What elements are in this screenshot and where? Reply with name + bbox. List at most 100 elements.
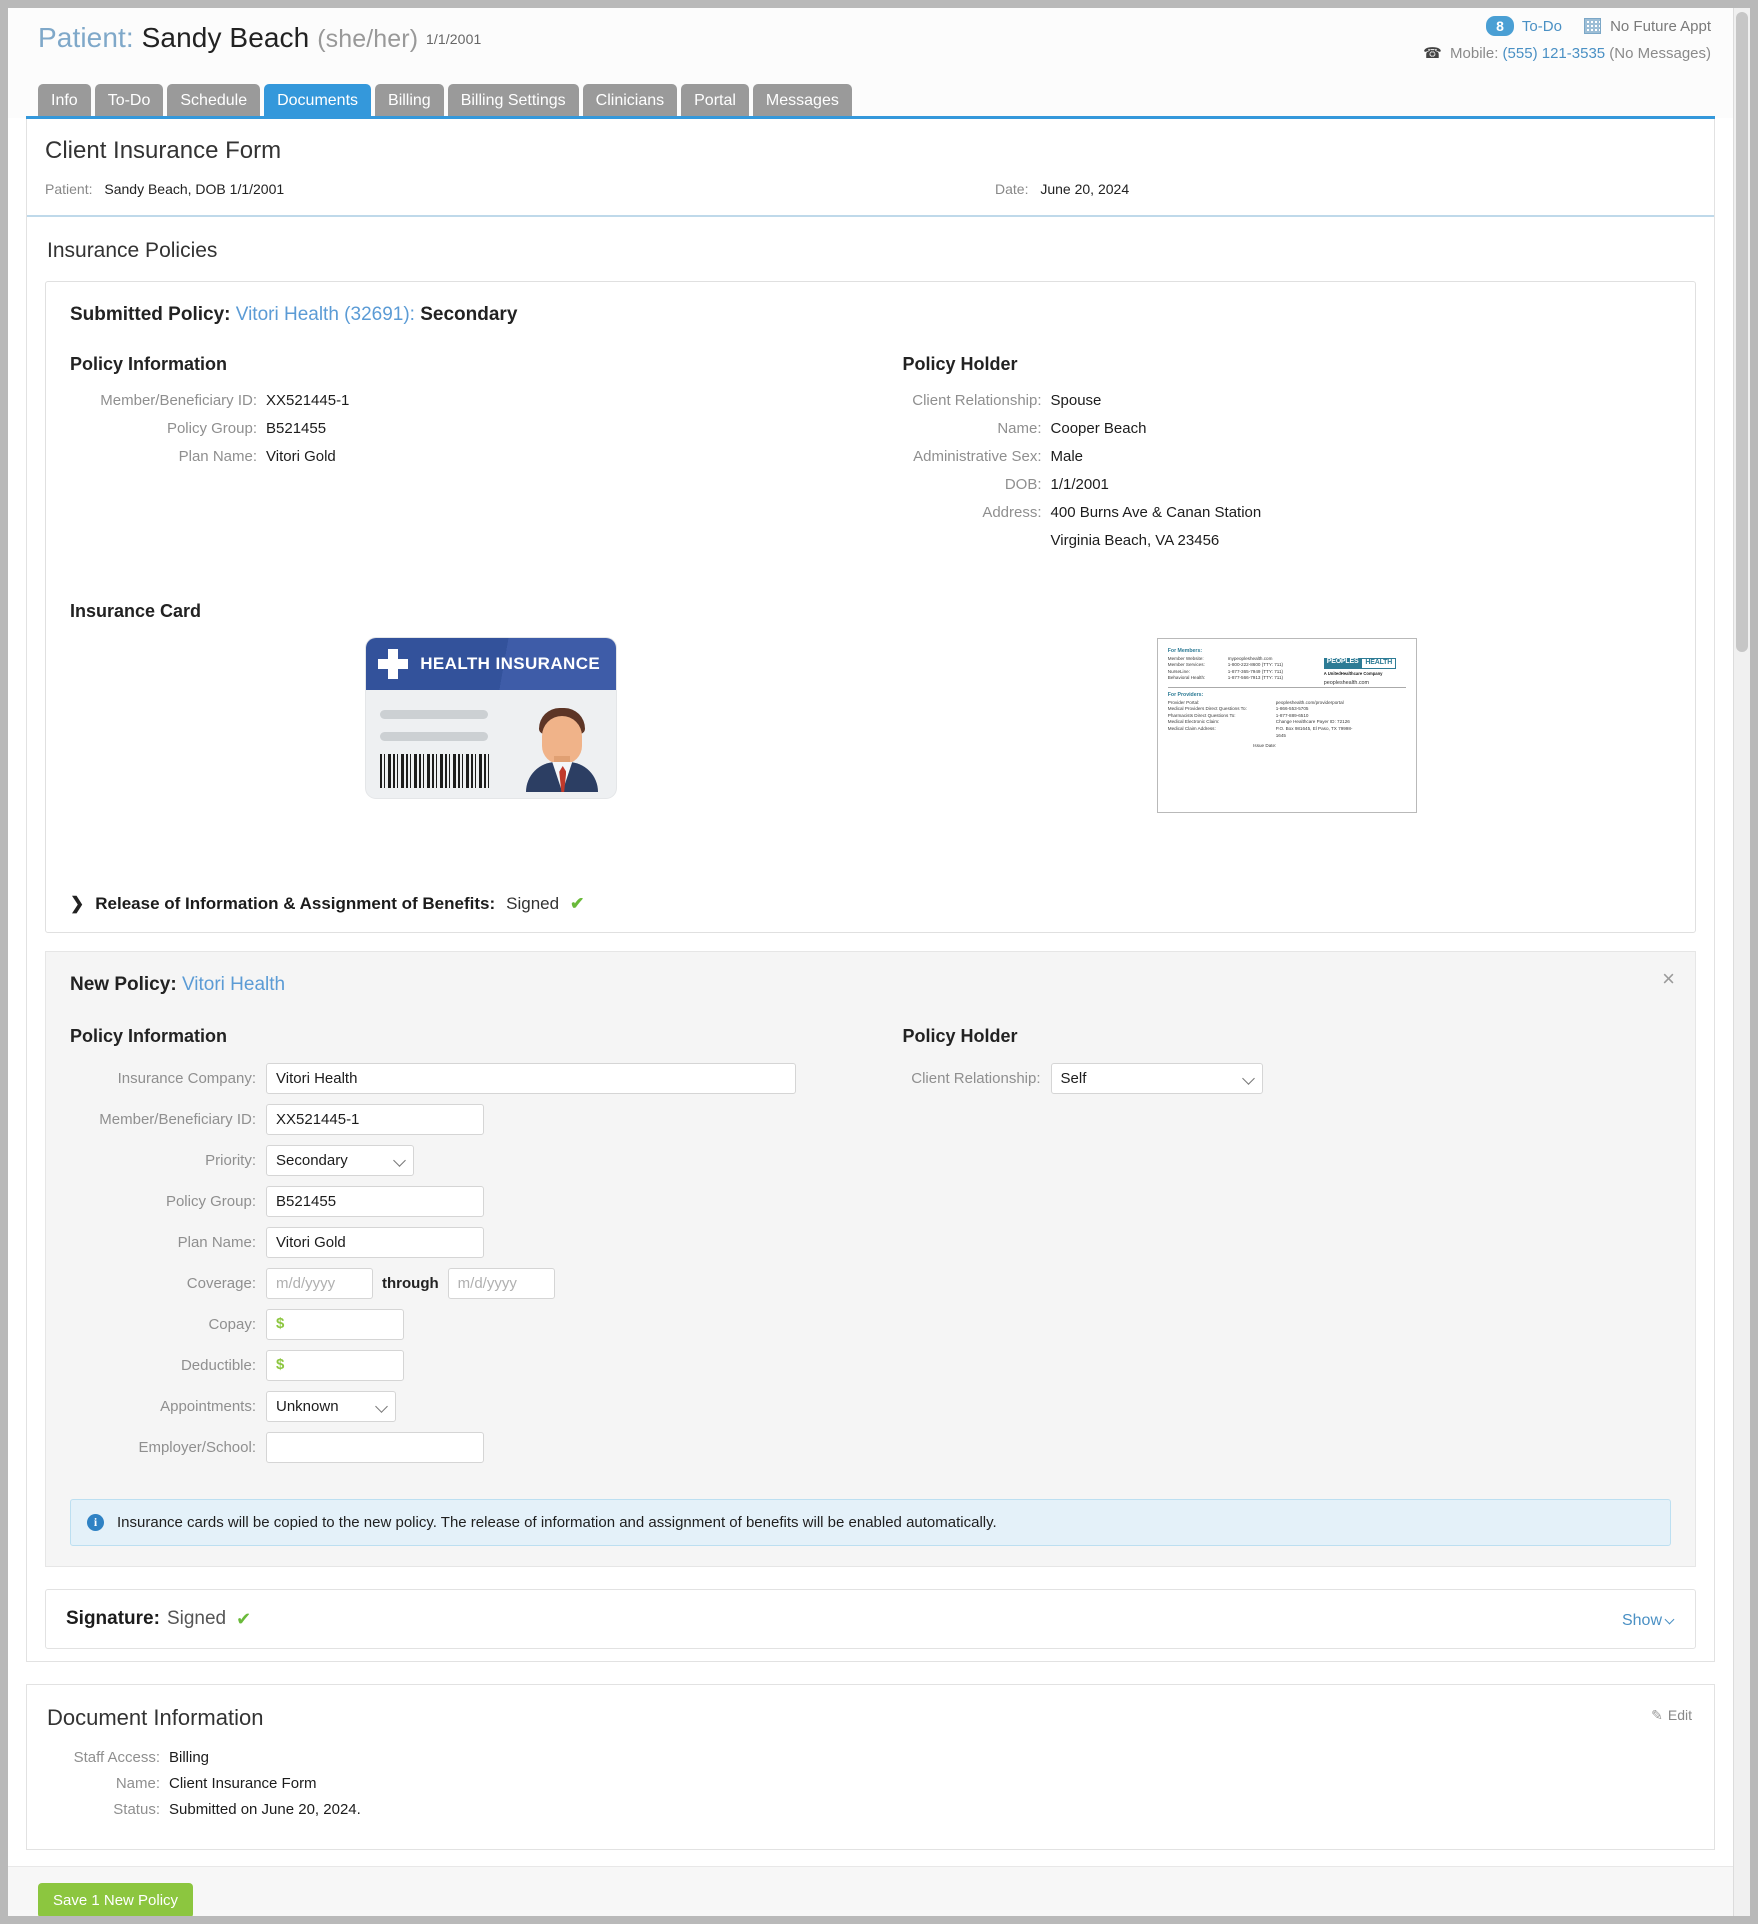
tab-documents[interactable]: Documents [264, 84, 371, 118]
priority-select[interactable]: Secondary [266, 1145, 414, 1176]
row-employer-school: Employer/School: [70, 1432, 903, 1463]
form-date-label: Date: [995, 181, 1028, 197]
footer-bar: Save 1 New Policy [8, 1866, 1733, 1916]
release-of-information-row[interactable]: ❯ Release of Information & Assignment of… [70, 894, 1671, 914]
policy-holder-title: Policy Holder [903, 354, 1671, 375]
signature-box: Signature: Signed ✔ Show [45, 1589, 1696, 1649]
edit-button[interactable]: ✎Edit [1651, 1707, 1692, 1724]
submitted-policy-card: Submitted Policy: Vitori Health (32691):… [45, 281, 1696, 933]
field-client-relationship: Client Relationship: Spouse [903, 391, 1671, 410]
new-policy-company-link[interactable]: Vitori Health [182, 974, 285, 995]
policy-group-label: Policy Group: [70, 1193, 266, 1210]
check-icon: ✔ [570, 894, 584, 914]
form-patient-value: Sandy Beach, DOB 1/1/2001 [104, 181, 284, 197]
coverage-start-input[interactable] [266, 1268, 373, 1299]
form-title: Client Insurance Form [45, 137, 1696, 165]
insurance-card-front-image[interactable]: HEALTH INSURANCE [366, 638, 616, 798]
tab-clinicians[interactable]: Clinicians [583, 84, 677, 118]
page-scrollbar[interactable] [1733, 8, 1750, 1916]
card-back-value: mypeopleshealth.com [1228, 656, 1306, 663]
doc-name-value: Client Insurance Form [169, 1775, 317, 1792]
insurance-card-back-image[interactable]: For Members: Member Website: mypeopleshe… [1157, 638, 1417, 813]
field-plan-name-value: Vitori Gold [266, 447, 336, 466]
member-id-label: Member/Beneficiary ID: [70, 1111, 266, 1128]
currency-icon: $ [276, 1315, 284, 1332]
employer-school-label: Employer/School: [70, 1439, 266, 1456]
field-holder-name-label: Name: [903, 419, 1051, 438]
logo-part-1: PEOPLES [1324, 658, 1362, 669]
chevron-right-icon[interactable]: ❯ [70, 894, 84, 914]
copay-input[interactable] [266, 1309, 404, 1340]
new-policy-information: Policy Information Insurance Company: Me… [70, 1026, 903, 1473]
client-relationship-select-wrap: Self [1051, 1063, 1263, 1094]
submitted-policy-columns: Policy Information Member/Beneficiary ID… [70, 354, 1671, 559]
signature-show-label: Show [1622, 1612, 1662, 1629]
todo-link[interactable]: To-Do [1522, 18, 1562, 35]
tab-portal[interactable]: Portal [681, 84, 749, 118]
field-holder-address-line2: Virginia Beach, VA 23456 [1051, 531, 1220, 550]
appointments-select[interactable]: Unknown [266, 1391, 396, 1422]
field-member-id-label: Member/Beneficiary ID: [70, 391, 266, 410]
tab-billing[interactable]: Billing [375, 84, 444, 118]
form-date-value: June 20, 2024 [1040, 181, 1129, 197]
save-new-policy-button[interactable]: Save 1 New Policy [38, 1883, 193, 1916]
new-policy-holder-title: Policy Holder [903, 1026, 1671, 1047]
todo-count-badge[interactable]: 8 [1486, 16, 1514, 36]
insurance-company-input[interactable] [266, 1063, 796, 1094]
check-icon: ✔ [236, 1609, 251, 1630]
card-back-providers-heading: For Providers: [1168, 692, 1406, 699]
deductible-wrap: $ [266, 1350, 404, 1381]
phone-icon: ☎ [1423, 45, 1442, 62]
plan-name-label: Plan Name: [70, 1234, 266, 1251]
patient-tabs: Info To-Do Schedule Documents Billing Bi… [38, 84, 852, 118]
coverage-through-label: through [382, 1275, 439, 1292]
tabs-underline [26, 116, 1715, 119]
field-administrative-sex-label: Administrative Sex: [903, 447, 1051, 466]
field-holder-name-value: Cooper Beach [1051, 419, 1147, 438]
tab-messages[interactable]: Messages [753, 84, 852, 118]
chevron-down-icon [1665, 1615, 1675, 1625]
card-back-row: Pharmacists Direct Questions To: 1-877-8… [1168, 713, 1406, 720]
card-back-label: Behavioral Health: [1168, 675, 1228, 682]
coverage-end-input[interactable] [448, 1268, 555, 1299]
card-back-value: Change Healthcare Payer ID: 72126 [1276, 719, 1354, 726]
row-copay: Copay: $ [70, 1309, 903, 1340]
peoples-health-logo: PEOPLES HEALTH A UnitedHealthcare Compan… [1324, 658, 1402, 686]
logo-part-2: HEALTH [1361, 658, 1396, 669]
employer-school-input[interactable] [266, 1432, 484, 1463]
tab-billing-settings[interactable]: Billing Settings [448, 84, 579, 118]
policy-group-input[interactable] [266, 1186, 484, 1217]
info-banner-text: Insurance cards will be copied to the ne… [117, 1514, 997, 1531]
close-icon[interactable]: × [1662, 970, 1675, 988]
new-policy-prefix: New Policy: [70, 974, 177, 995]
document-information-title: Document Information [47, 1705, 1694, 1731]
priority-label: Priority: [70, 1152, 266, 1169]
deductible-input[interactable] [266, 1350, 404, 1381]
scrollbar-thumb[interactable] [1736, 12, 1748, 652]
avatar [524, 700, 600, 792]
card-back-row: Medical Claim Address: P.O. Box 981645, … [1168, 726, 1406, 739]
document-information-panel: Document Information ✎Edit Staff Access:… [26, 1684, 1715, 1850]
doc-row-status: Status: Submitted on June 20, 2024. [47, 1801, 1694, 1818]
priority-select-wrap: Secondary [266, 1145, 414, 1176]
client-relationship-select[interactable]: Self [1051, 1063, 1263, 1094]
plan-name-input[interactable] [266, 1227, 484, 1258]
card-back-label: Medical Electronic Claim: [1168, 719, 1276, 726]
signature-show-link[interactable]: Show [1622, 1612, 1673, 1630]
barcode-icon [380, 754, 490, 788]
insurance-card-front-slot: HEALTH INSURANCE [70, 638, 903, 798]
tab-info[interactable]: Info [38, 84, 91, 118]
tab-to-do[interactable]: To-Do [95, 84, 164, 118]
submitted-policy-company-link[interactable]: Vitori Health (32691): [236, 304, 415, 325]
field-plan-name-label: Plan Name: [70, 447, 266, 466]
tab-schedule[interactable]: Schedule [167, 84, 260, 118]
insurance-card-front-title: HEALTH INSURANCE [420, 654, 600, 674]
submitted-policy-heading: Submitted Policy: Vitori Health (32691):… [70, 304, 1671, 326]
patient-label: Patient [38, 22, 126, 53]
submitted-policy-information: Policy Information Member/Beneficiary ID… [70, 354, 903, 559]
copay-wrap: $ [266, 1309, 404, 1340]
mobile-number-link[interactable]: (555) 121-3535 [1503, 45, 1606, 62]
form-date-group: Date: June 20, 2024 [995, 181, 1129, 197]
member-id-input[interactable] [266, 1104, 484, 1135]
field-holder-dob-label: DOB: [903, 475, 1051, 494]
